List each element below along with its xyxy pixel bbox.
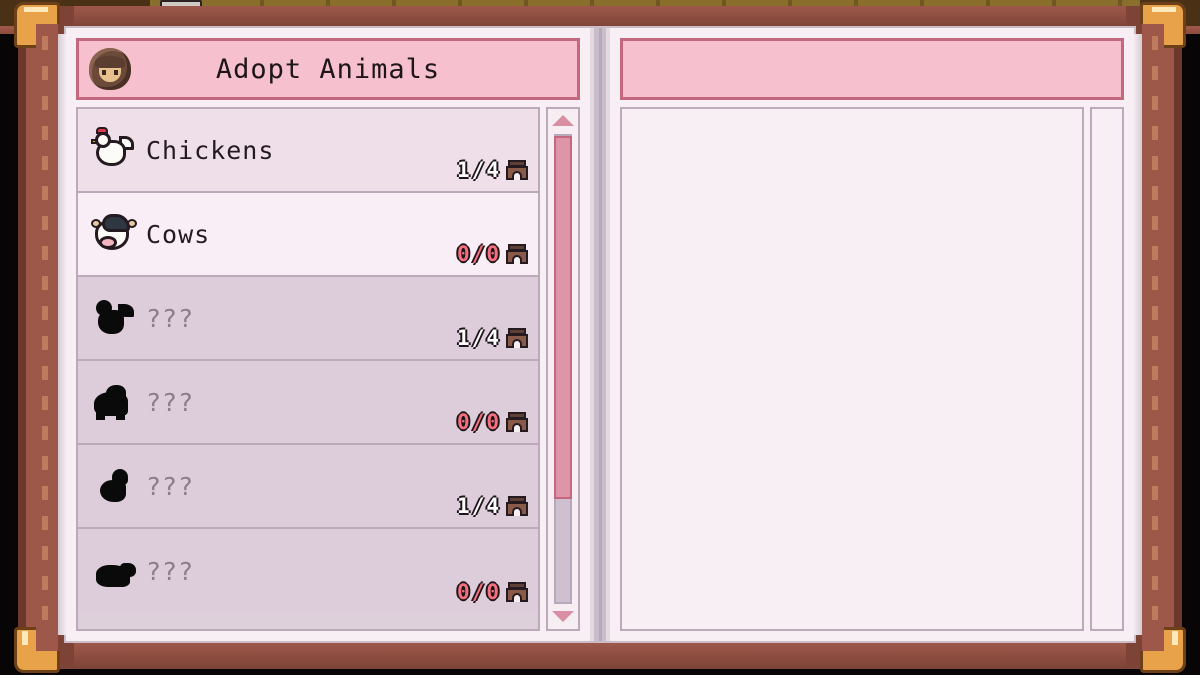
animal-adoption-book: Adopt Animals Chickens 1 / 4 Cows 0 / 0 … xyxy=(14,2,1186,673)
game-screen: Adopt Animals Chickens 1 / 4 Cows 0 / 0 … xyxy=(0,0,1200,675)
table-row[interactable]: Chickens 1 / 4 xyxy=(78,109,538,193)
scrollbar-track[interactable] xyxy=(554,134,572,604)
barn-icon xyxy=(506,243,528,265)
table-row[interactable]: ??? 0 / 0 xyxy=(78,361,538,445)
table-row[interactable]: ??? 0 / 0 xyxy=(78,529,538,613)
cover-stitching-left xyxy=(42,36,48,635)
current-count: 1 xyxy=(457,157,470,182)
capacity-counter: 0 / 0 xyxy=(457,581,528,603)
max-capacity: 4 xyxy=(486,493,499,518)
detail-scrollbar[interactable] xyxy=(1090,107,1124,631)
table-row[interactable]: ??? 1 / 4 xyxy=(78,445,538,529)
barn-icon xyxy=(506,581,528,603)
right-page-header xyxy=(620,38,1124,100)
animal-list-area: Chickens 1 / 4 Cows 0 / 0 ??? 1 / 4 ??? … xyxy=(76,107,580,631)
table-row[interactable]: ??? 1 / 4 xyxy=(78,277,538,361)
animal-name-label: ??? xyxy=(146,556,195,586)
left-page-header: Adopt Animals xyxy=(76,38,580,100)
max-capacity: 4 xyxy=(486,157,499,182)
count-separator: / xyxy=(471,493,485,518)
chicken-icon xyxy=(90,126,138,174)
count-separator: / xyxy=(471,409,485,434)
animal-name-label: ??? xyxy=(146,387,195,417)
list-scrollbar[interactable] xyxy=(546,107,580,631)
capacity-counter: 0 / 0 xyxy=(457,243,528,265)
book-pages: Adopt Animals Chickens 1 / 4 Cows 0 / 0 … xyxy=(58,26,1142,643)
count-separator: / xyxy=(471,325,485,350)
locked-pig-silhouette-icon xyxy=(90,547,138,595)
current-count: 1 xyxy=(457,325,470,350)
capacity-counter: 0 / 0 xyxy=(457,411,528,433)
left-page: Adopt Animals Chickens 1 / 4 Cows 0 / 0 … xyxy=(66,28,590,641)
player-portrait-icon xyxy=(89,48,131,90)
table-row[interactable]: Cows 0 / 0 xyxy=(78,193,538,277)
current-count: 0 xyxy=(457,579,470,604)
count-separator: / xyxy=(471,157,485,182)
corner-bracket-bottom-right-icon xyxy=(1140,627,1186,673)
current-count: 0 xyxy=(457,409,470,434)
animal-detail-panel xyxy=(620,107,1084,631)
corner-bracket-top-left-icon xyxy=(14,2,60,48)
max-capacity: 4 xyxy=(486,325,499,350)
corner-bracket-top-right-icon xyxy=(1140,2,1186,48)
animal-name-label: ??? xyxy=(146,303,195,333)
right-page xyxy=(610,28,1134,641)
right-page-body xyxy=(620,107,1124,631)
scroll-down-arrow-icon[interactable] xyxy=(551,609,575,625)
animal-name-label: Cows xyxy=(146,219,211,249)
count-separator: / xyxy=(471,241,485,266)
capacity-counter: 1 / 4 xyxy=(457,495,528,517)
barn-icon xyxy=(506,411,528,433)
cow-icon xyxy=(90,210,138,258)
animal-list: Chickens 1 / 4 Cows 0 / 0 ??? 1 / 4 ??? … xyxy=(76,107,540,631)
animal-name-label: Chickens xyxy=(146,135,275,165)
capacity-counter: 1 / 4 xyxy=(457,327,528,349)
coop-icon xyxy=(506,327,528,349)
max-capacity: 0 xyxy=(486,579,499,604)
cover-bottom-band xyxy=(18,643,1182,669)
coop-icon xyxy=(506,159,528,181)
locked-duck-silhouette-icon xyxy=(90,462,138,510)
locked-chicken-silhouette-icon xyxy=(90,294,138,342)
cover-stitching-right xyxy=(1152,36,1158,635)
current-count: 1 xyxy=(457,493,470,518)
max-capacity: 0 xyxy=(486,409,499,434)
max-capacity: 0 xyxy=(486,241,499,266)
cover-top-band xyxy=(18,6,1182,28)
current-count: 0 xyxy=(457,241,470,266)
capacity-counter: 1 / 4 xyxy=(457,159,528,181)
scrollbar-thumb[interactable] xyxy=(554,136,572,500)
page-title: Adopt Animals xyxy=(215,53,441,85)
animal-name-label: ??? xyxy=(146,471,195,501)
locked-sheep-silhouette-icon xyxy=(90,378,138,426)
scroll-up-arrow-icon[interactable] xyxy=(551,113,575,129)
count-separator: / xyxy=(471,579,485,604)
book-binding xyxy=(590,28,610,641)
coop-icon xyxy=(506,495,528,517)
corner-bracket-bottom-left-icon xyxy=(14,627,60,673)
